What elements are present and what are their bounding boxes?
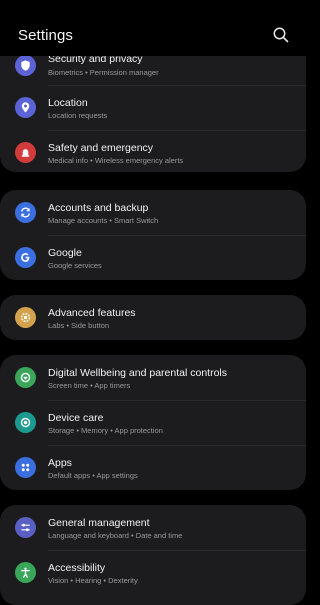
settings-item-safety-emergency[interactable]: Safety and emergency Medical info • Wire… [0,130,306,172]
settings-item-subtitle: Labs • Side button [48,321,110,330]
settings-item-label: Accounts and backup [48,202,149,214]
settings-item-subtitle: Google services [48,261,102,270]
settings-item-advanced-features[interactable]: Advanced features Labs • Side button [0,295,306,340]
app-header: Settings [0,0,306,56]
settings-item-label: Advanced features [48,307,136,319]
shield-icon [15,55,36,76]
settings-item-label: Safety and emergency [48,142,154,154]
settings-item-general-management[interactable]: General management Language and keyboard… [0,505,306,550]
sliders-icon [15,517,36,538]
settings-item-label: Accessibility [48,562,106,574]
accessibility-icon [15,562,36,583]
gear-star-icon [15,307,36,328]
settings-group-wellbeing: Digital Wellbeing and parental controls … [0,355,306,490]
wellbeing-icon [15,367,36,388]
location-pin-icon [15,97,36,118]
settings-item-subtitle: Storage • Memory • App protection [48,426,163,435]
settings-group-privacy: Security and privacy Biometrics • Permis… [0,40,306,172]
settings-item-label: Apps [48,457,72,469]
settings-group-general: General management Language and keyboard… [0,505,306,605]
device-care-icon [15,412,36,433]
settings-item-label: Location [48,97,88,109]
settings-item-subtitle: Biometrics • Permission manager [48,68,159,77]
settings-item-apps[interactable]: Apps Default apps • App settings [0,445,306,490]
settings-item-subtitle: Vision • Hearing • Dexterity [48,576,138,585]
settings-group-accounts: Accounts and backup Manage accounts • Sm… [0,190,306,280]
settings-item-label: Google [48,247,82,259]
settings-item-subtitle: Default apps • App settings [48,471,138,480]
settings-item-digital-wellbeing[interactable]: Digital Wellbeing and parental controls … [0,355,306,400]
search-icon[interactable] [272,26,290,44]
settings-item-subtitle: Screen time • App timers [48,381,131,390]
settings-group-advanced: Advanced features Labs • Side button [0,295,306,340]
settings-item-subtitle: Manage accounts • Smart Switch [48,216,159,225]
settings-item-label: General management [48,517,150,529]
settings-item-label: Device care [48,412,104,424]
google-icon [15,247,36,268]
sync-icon [15,202,36,223]
settings-item-subtitle: Location requests [48,111,108,120]
emergency-light-icon [15,142,36,163]
settings-item-subtitle: Language and keyboard • Date and time [48,531,183,540]
settings-item-subtitle: Medical info • Wireless emergency alerts [48,156,184,165]
settings-item-location[interactable]: Location Location requests [0,85,306,130]
apps-grid-icon [15,457,36,478]
settings-item-label: Digital Wellbeing and parental controls [48,367,227,379]
settings-item-accessibility[interactable]: Accessibility Vision • Hearing • Dexteri… [0,550,306,595]
settings-item-accounts-backup[interactable]: Accounts and backup Manage accounts • Sm… [0,190,306,235]
settings-item-google[interactable]: Google Google services [0,235,306,280]
page-title: Settings [18,27,73,44]
settings-item-device-care[interactable]: Device care Storage • Memory • App prote… [0,400,306,445]
